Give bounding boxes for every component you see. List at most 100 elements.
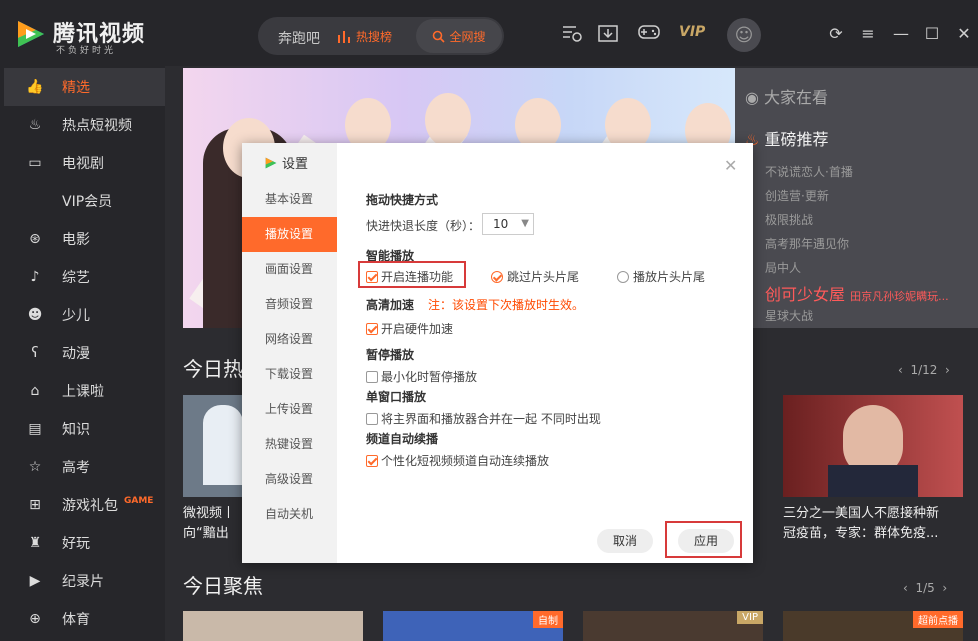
sidebar-item-label: 上课啦 xyxy=(62,384,104,400)
tab-picture[interactable]: 画面设置 xyxy=(242,252,337,287)
video-card[interactable]: VIP xyxy=(583,611,763,641)
user-icon: ☺ xyxy=(734,24,754,46)
checkbox-unchecked[interactable] xyxy=(366,371,378,383)
recommend-item[interactable]: 极限挑战 xyxy=(765,211,813,228)
recommend-item[interactable]: 不说谎恋人·首播 xyxy=(765,163,853,180)
tab-auto-shutdown[interactable]: 自动关机 xyxy=(242,497,337,532)
tab-download[interactable]: 下载设置 xyxy=(242,357,337,392)
tencent-video-logo-icon[interactable] xyxy=(14,18,48,50)
search-input[interactable]: 奔跑吧 xyxy=(278,28,320,48)
sidebar-item-sports[interactable]: ⊕ 体育 xyxy=(4,600,165,638)
star-icon: ☆ xyxy=(28,459,42,475)
recommend-item[interactable]: 创造营·更新 xyxy=(765,187,829,204)
hot-today-title: 今日热 xyxy=(183,357,243,381)
tab-advanced[interactable]: 高级设置 xyxy=(242,462,337,497)
sidebar-item-exam[interactable]: ☆ 高考 xyxy=(4,448,165,486)
radio-checked[interactable] xyxy=(491,271,503,283)
pause-minimize-label: 最小化时暂停播放 xyxy=(381,370,478,384)
sidebar-item-documentary[interactable]: ▶ 纪录片 xyxy=(4,562,165,600)
tv-icon: ▭ xyxy=(28,155,42,171)
video-caption-right[interactable]: 三分之一美国人不愿接种新 冠疫苗，专家：群体免疫... xyxy=(783,504,939,544)
dialog-title: 设置 xyxy=(264,153,308,172)
caption-line: 微视频丨 xyxy=(183,506,236,521)
checkbox-checked[interactable] xyxy=(366,455,378,467)
camera-icon: ▶ xyxy=(29,573,41,589)
close-icon[interactable]: ✕ xyxy=(724,156,737,175)
video-card[interactable]: 自制 xyxy=(383,611,563,641)
graduation-icon: ⌂ xyxy=(30,383,40,399)
close-window-icon[interactable]: ✕ xyxy=(954,24,974,44)
download-icon[interactable] xyxy=(597,24,619,44)
seek-length-select[interactable]: 10 ▼ xyxy=(482,213,534,235)
single-window-heading: 单窗口播放 xyxy=(366,390,427,404)
pause-minimize-checkbox[interactable]: 最小化时暂停播放 xyxy=(366,368,477,385)
sidebar-item-label: 体育 xyxy=(62,612,90,628)
video-card[interactable] xyxy=(183,611,363,641)
sidebar-item-label: 动漫 xyxy=(62,346,90,362)
refresh-icon[interactable]: ⟳ xyxy=(826,24,846,44)
hot-search-button[interactable]: 热搜榜 xyxy=(338,28,392,45)
tab-network[interactable]: 网络设置 xyxy=(242,322,337,357)
play-intro-radio[interactable]: 播放片头片尾 xyxy=(617,268,705,285)
channel-autoplay-checkbox[interactable]: 个性化短视频频道自动连续播放 xyxy=(366,452,549,469)
hot-pager[interactable]: ‹ 1/12 › xyxy=(898,363,950,377)
sidebar-item-anime[interactable]: ʕ 动漫 xyxy=(4,334,165,372)
skip-intro-radio[interactable]: 跳过片头片尾 xyxy=(491,268,579,285)
single-window-label: 将主界面和播放器合并在一起 不同时出现 xyxy=(381,412,601,426)
hot-search-label: 热搜榜 xyxy=(356,30,393,44)
highlight-box-apply xyxy=(665,521,742,558)
sidebar-item-variety[interactable]: ♪ 综艺 xyxy=(4,258,165,296)
tab-basic[interactable]: 基本设置 xyxy=(242,182,337,217)
recommend-item[interactable]: 高考那年遇见你 xyxy=(765,235,849,252)
sidebar: 👍 精选 ♨ 热点短视频 ▭ 电视剧 VIP会员 ⊛ 电影 ♪ 综艺 ☻ 少儿 ʕ 动漫 ⌂ 上… xyxy=(0,66,165,641)
tab-playback[interactable]: 播放设置 xyxy=(242,217,337,252)
search-all-button[interactable]: 全网搜 xyxy=(416,19,502,53)
featured-heading[interactable]: ♨ 重磅推荐 xyxy=(745,126,828,150)
playlist-history-icon[interactable] xyxy=(561,24,583,44)
checkbox-checked[interactable] xyxy=(366,323,378,335)
recommend-item-active[interactable]: 创可少女屋 田京凡孙珍妮瞒玩... xyxy=(765,281,949,305)
user-avatar[interactable]: ☺ xyxy=(727,18,761,52)
maximize-icon[interactable]: ☐ xyxy=(922,24,942,44)
recommend-item[interactable]: 局中人 xyxy=(765,259,801,276)
tab-audio[interactable]: 音频设置 xyxy=(242,287,337,322)
sidebar-item-class[interactable]: ⌂ 上课啦 xyxy=(4,372,165,410)
focus-pager[interactable]: ‹ 1/5 › xyxy=(903,581,947,595)
sidebar-item-short-video[interactable]: ♨ 热点短视频 xyxy=(4,106,165,144)
sidebar-item-tv[interactable]: ▭ 电视剧 xyxy=(4,144,165,182)
settings-nav: 设置 基本设置 播放设置 画面设置 音频设置 网络设置 下载设置 上传设置 热键… xyxy=(242,143,337,563)
cancel-button[interactable]: 取消 xyxy=(597,529,653,553)
sidebar-item-kids[interactable]: ☻ 少儿 xyxy=(4,296,165,334)
hw-accel-checkbox[interactable]: 开启硬件加速 xyxy=(366,320,453,337)
sidebar-item-label: 知识 xyxy=(62,422,90,438)
tab-upload[interactable]: 上传设置 xyxy=(242,392,337,427)
hot-pager-label: 1/12 xyxy=(910,363,938,377)
sidebar-item-knowledge[interactable]: ▤ 知识 xyxy=(4,410,165,448)
minimize-icon[interactable]: — xyxy=(891,24,911,44)
highlight-box-autoplay xyxy=(358,261,466,288)
sidebar-item-game-gift[interactable]: ⊞ 游戏礼包 GAME xyxy=(4,486,165,524)
checkbox-unchecked[interactable] xyxy=(366,413,378,425)
sidebar-item-label: 电视剧 xyxy=(62,156,104,172)
sidebar-item-label: 好玩 xyxy=(62,536,90,552)
video-card[interactable] xyxy=(783,395,963,497)
sidebar-item-movie[interactable]: ⊛ 电影 xyxy=(4,220,165,258)
video-card[interactable]: 超前点播 xyxy=(783,611,963,641)
video-caption-left[interactable]: 微视频丨 向“黯出 xyxy=(183,504,235,544)
microphone-icon: ♪ xyxy=(30,269,40,285)
watching-heading[interactable]: ◉ 大家在看 xyxy=(745,84,828,108)
seek-length-value: 10 xyxy=(493,217,509,231)
sidebar-item-fun[interactable]: ♜ 好玩 xyxy=(4,524,165,562)
play-intro-label: 播放片头片尾 xyxy=(633,270,706,284)
game-controller-icon[interactable] xyxy=(638,24,660,44)
channel-autoplay-heading: 频道自动续播 xyxy=(366,432,439,446)
single-window-checkbox[interactable]: 将主界面和播放器合并在一起 不同时出现 xyxy=(366,410,601,427)
focus-today-title: 今日聚焦 xyxy=(183,574,263,598)
radio-unchecked[interactable] xyxy=(617,271,629,283)
sidebar-item-vip[interactable]: VIP会员 xyxy=(4,182,165,220)
recommend-item[interactable]: 星球大战 xyxy=(765,307,813,324)
vip-button[interactable]: VIP xyxy=(679,24,705,40)
sidebar-item-featured[interactable]: 👍 精选 xyxy=(4,68,165,106)
menu-icon[interactable]: ≡ xyxy=(858,24,878,44)
tab-hotkeys[interactable]: 热键设置 xyxy=(242,427,337,462)
